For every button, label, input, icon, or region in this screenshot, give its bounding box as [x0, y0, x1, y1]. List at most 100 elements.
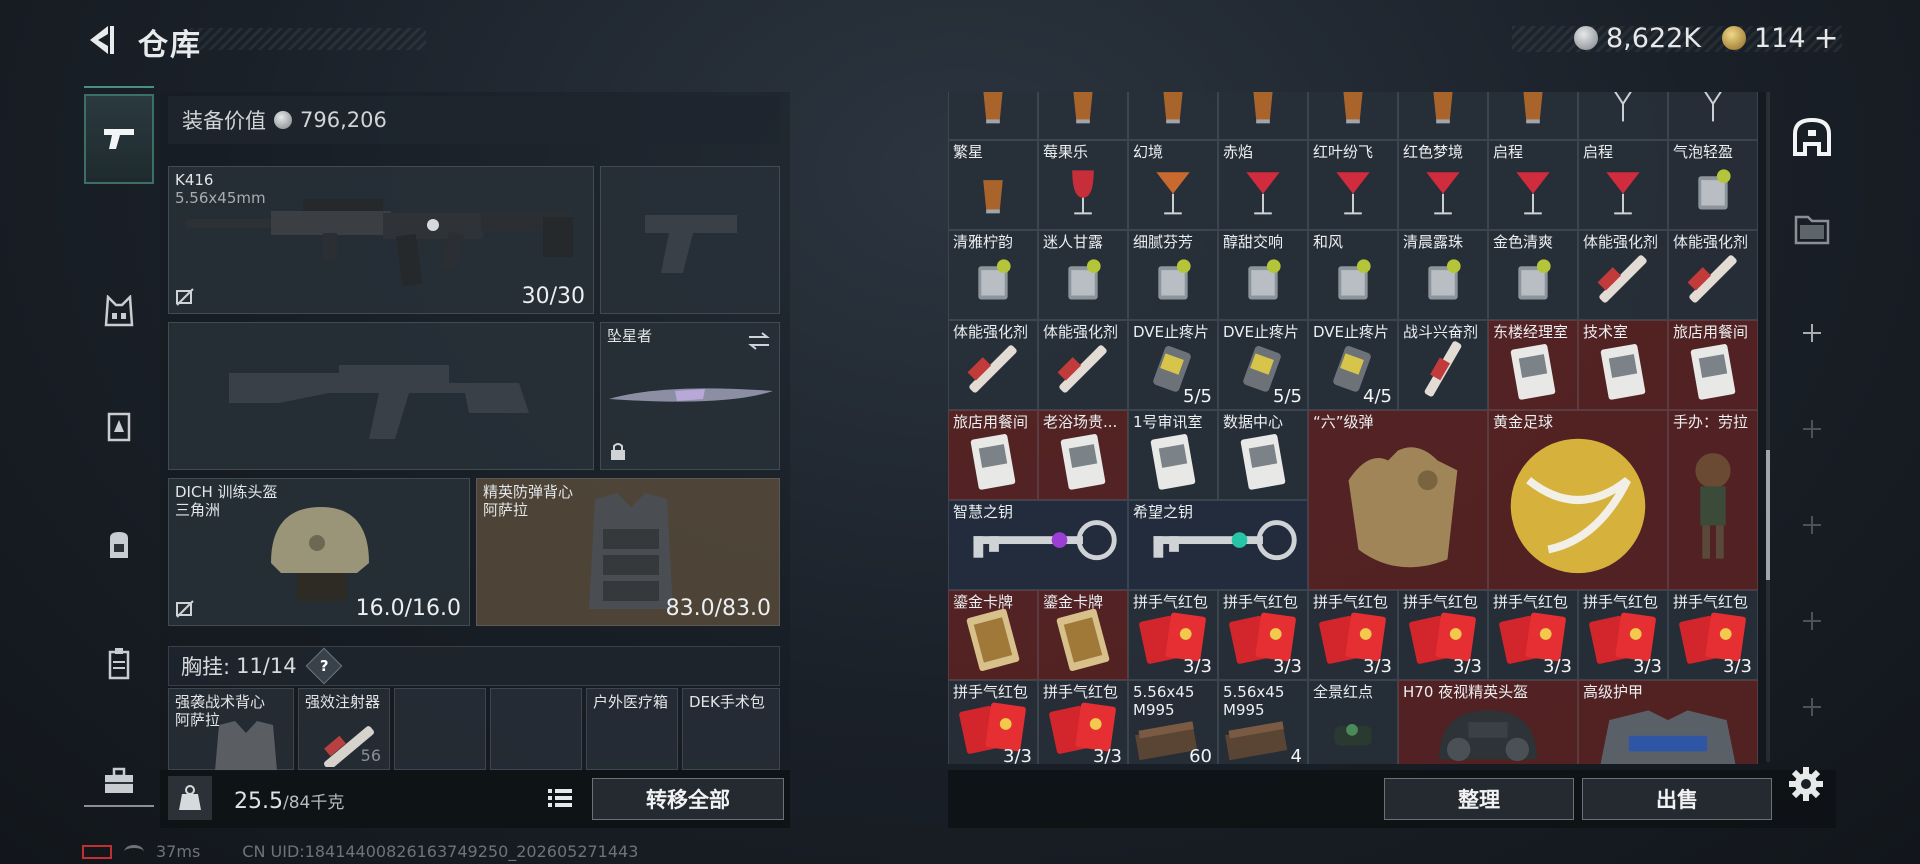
stash-item[interactable]: 拼手气红包 3/3	[1128, 590, 1218, 680]
plus-icon	[1803, 612, 1821, 630]
help-button[interactable]: ?	[305, 647, 342, 685]
scrollbar-track[interactable]	[1766, 92, 1770, 762]
stash-item[interactable]: 繁星	[948, 140, 1038, 230]
nav-armor[interactable]	[84, 382, 154, 472]
stash-item[interactable]: 旅店用餐间	[1668, 320, 1758, 410]
stash-item[interactable]: 全景红点	[1308, 680, 1398, 764]
stash-item[interactable]: 拼手气红包 3/3	[1218, 590, 1308, 680]
add-tab-button[interactable]	[1776, 288, 1848, 378]
stash-item[interactable]: 清晨露珠	[1398, 230, 1488, 320]
rig-slot[interactable]: DEK手术包	[682, 688, 780, 770]
armor-slot[interactable]: 精英防弹背心 阿萨拉 83.0/83.0	[476, 478, 780, 626]
stash-tab-2[interactable]	[1776, 184, 1848, 274]
helmet-slot[interactable]: DICH 训练头盔 三角洲 16.0/16.0	[168, 478, 470, 626]
secondary-weapon-slot[interactable]	[168, 322, 594, 470]
primary-weapon-slot[interactable]: K416 5.56x45mm 30/30	[168, 166, 594, 314]
stash-item[interactable]: 迷人甘露	[1038, 230, 1128, 320]
stash-item[interactable]: 拼手气红包 3/3	[1488, 590, 1578, 680]
stash-item[interactable]: 希望之钥	[1128, 500, 1308, 590]
stash-item[interactable]	[1038, 92, 1128, 140]
stash-item[interactable]: 手办：劳拉	[1668, 410, 1758, 590]
settings-button[interactable]	[1786, 764, 1826, 804]
stash-item[interactable]	[948, 92, 1038, 140]
add-currency-button[interactable]: +	[1814, 21, 1839, 56]
rig-slot-empty[interactable]	[490, 688, 582, 770]
stash-item[interactable]: 清雅柠韵	[948, 230, 1038, 320]
stash-item[interactable]	[1128, 92, 1218, 140]
stash-item[interactable]: 鎏金卡牌	[948, 590, 1038, 680]
stash-item[interactable]: 启程	[1578, 140, 1668, 230]
stash-tab-main[interactable]	[1776, 92, 1848, 182]
stash-item[interactable]: 和风	[1308, 230, 1398, 320]
stash-item[interactable]: 东楼经理室	[1488, 320, 1578, 410]
stash-item[interactable]: 拼手气红包 3/3	[1308, 590, 1398, 680]
stash-item[interactable]: 醇甜交响	[1218, 230, 1308, 320]
pistol-slot[interactable]	[600, 166, 780, 314]
stash-item[interactable]: 旅店用餐间	[948, 410, 1038, 500]
stash-item[interactable]: 黄金足球	[1488, 410, 1668, 590]
stash-item[interactable]: 拼手气红包 3/3	[1668, 590, 1758, 680]
rig-slot[interactable]: 强效注射器 56	[298, 688, 390, 770]
stash-item[interactable]: 体能强化剂	[1578, 230, 1668, 320]
sell-button[interactable]: 出售	[1582, 778, 1772, 820]
add-tab-button[interactable]	[1776, 480, 1848, 570]
add-tab-button[interactable]	[1776, 384, 1848, 474]
stash-item[interactable]: 莓果乐	[1038, 140, 1128, 230]
nav-case[interactable]	[84, 618, 154, 708]
stash-item[interactable]: 5.56x45 M995 60	[1128, 680, 1218, 764]
stash-item[interactable]: 战斗兴奋剂	[1398, 320, 1488, 410]
stash-item[interactable]: 赤焰	[1218, 140, 1308, 230]
stash-item[interactable]: 红叶纷飞	[1308, 140, 1398, 230]
stash-item[interactable]: 拼手气红包 3/3	[948, 680, 1038, 764]
stash-item[interactable]: 数据中心	[1218, 410, 1308, 500]
stash-item[interactable]: 启程	[1488, 140, 1578, 230]
add-tab-button[interactable]	[1776, 576, 1848, 666]
stash-item[interactable]	[1218, 92, 1308, 140]
stash-item[interactable]: 鎏金卡牌	[1038, 590, 1128, 680]
item-label: 全景红点	[1313, 683, 1374, 701]
add-tab-button[interactable]	[1776, 672, 1848, 742]
stash-item[interactable]: DVE止疼片 5/5	[1128, 320, 1218, 410]
stash-item[interactable]: “六”级弹	[1308, 410, 1488, 590]
nav-toolbox[interactable]	[84, 736, 154, 826]
stash-item[interactable]: 幻境	[1128, 140, 1218, 230]
sort-button[interactable]: 整理	[1384, 778, 1574, 820]
stash-item[interactable]	[1398, 92, 1488, 140]
stash-item[interactable]: 1号审讯室	[1128, 410, 1218, 500]
stash-item[interactable]: 金色清爽	[1488, 230, 1578, 320]
swap-icon[interactable]	[747, 331, 771, 351]
stash-item[interactable]	[1668, 92, 1758, 140]
transfer-all-button[interactable]: 转移全部	[592, 778, 784, 820]
stash-item[interactable]: 气泡轻盈	[1668, 140, 1758, 230]
rig-slot[interactable]: 户外医疗箱	[586, 688, 678, 770]
stash-item[interactable]: 5.56x45 M995 4	[1218, 680, 1308, 764]
nav-weapons[interactable]	[84, 94, 154, 184]
stash-item[interactable]: 老浴场贵...	[1038, 410, 1128, 500]
stash-item[interactable]	[1308, 92, 1398, 140]
stash-item[interactable]: 拼手气红包 3/3	[1038, 680, 1128, 764]
stash-item[interactable]: 体能强化剂	[948, 320, 1038, 410]
scrollbar-thumb[interactable]	[1766, 450, 1770, 580]
stash-item[interactable]: 体能强化剂	[1668, 230, 1758, 320]
back-button[interactable]	[82, 20, 122, 60]
stash-item[interactable]: 智慧之钥	[948, 500, 1128, 590]
stash-item[interactable]: 拼手气红包 3/3	[1398, 590, 1488, 680]
stash-item[interactable]	[1578, 92, 1668, 140]
nav-chest-rig[interactable]	[84, 266, 154, 356]
stash-item[interactable]: 细腻芬芳	[1128, 230, 1218, 320]
stash-item[interactable]: 高级护甲	[1578, 680, 1758, 764]
rig-slot[interactable]: 强袭战术背心 阿萨拉	[168, 688, 294, 771]
rig-slot-empty[interactable]	[394, 688, 486, 770]
melee-slot[interactable]: 坠星者	[600, 322, 780, 470]
stash-item[interactable]: DVE止疼片 5/5	[1218, 320, 1308, 410]
stash-item[interactable]: DVE止疼片 4/5	[1308, 320, 1398, 410]
stash-item[interactable]: 技术室	[1578, 320, 1668, 410]
nav-backpack[interactable]	[84, 500, 154, 590]
stash-item[interactable]: 红色梦境	[1398, 140, 1488, 230]
item-label: 数据中心	[1223, 413, 1284, 431]
stash-item[interactable]: H70 夜视精英头盔	[1398, 680, 1578, 764]
stash-item[interactable]: 体能强化剂	[1038, 320, 1128, 410]
list-view-button[interactable]	[542, 780, 578, 816]
stash-item[interactable]: 拼手气红包 3/3	[1578, 590, 1668, 680]
stash-item[interactable]	[1488, 92, 1578, 140]
